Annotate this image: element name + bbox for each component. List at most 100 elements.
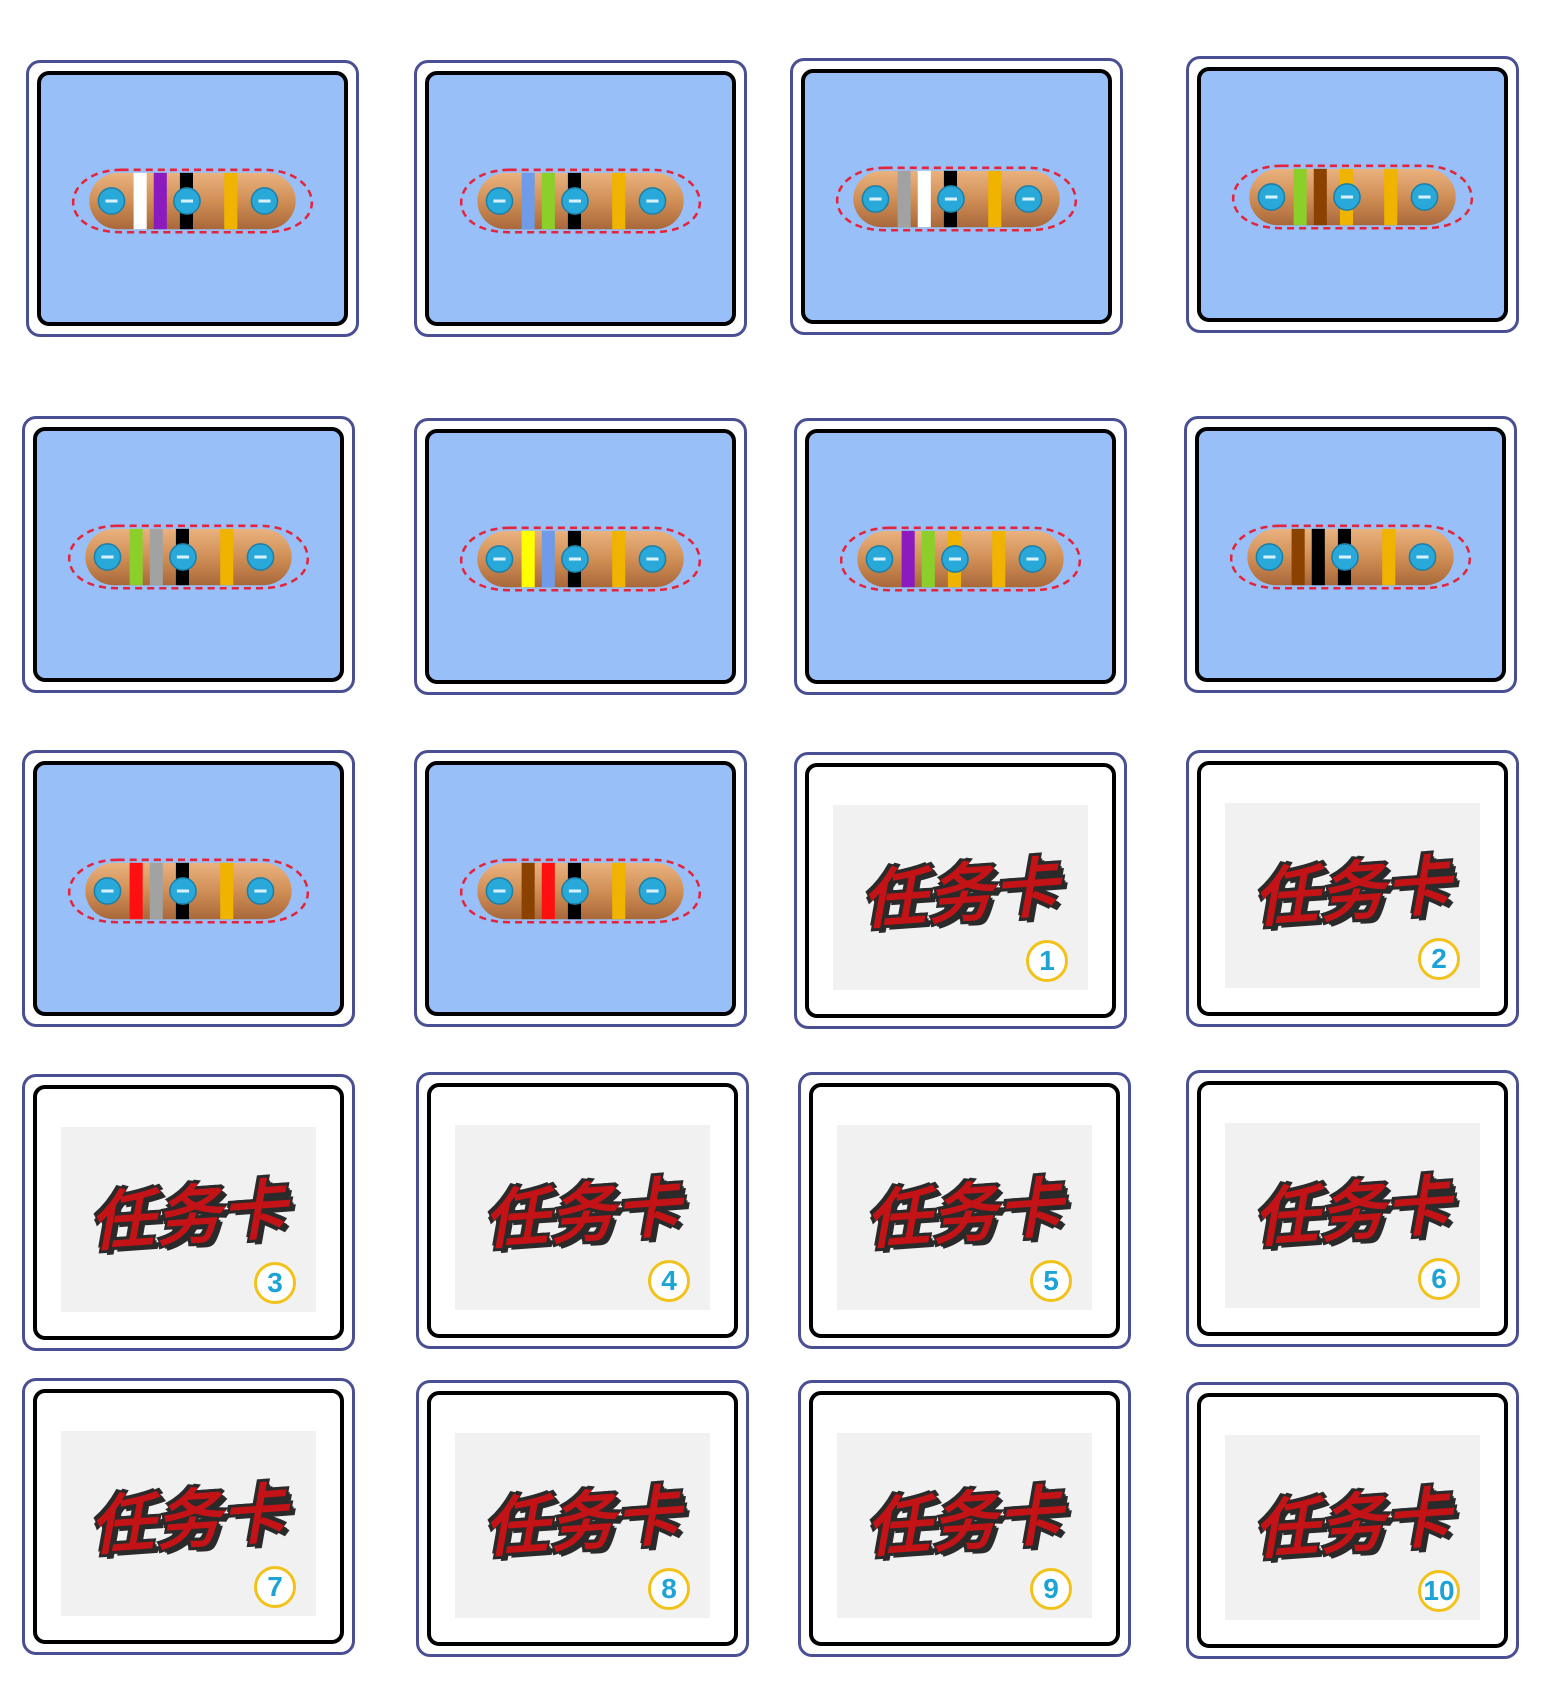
task-card-4[interactable]: 任务卡 4 <box>416 1072 749 1349</box>
resistor-card-5[interactable] <box>22 416 355 693</box>
terminal-minus-icon <box>944 197 958 201</box>
task-card-number: 7 <box>254 1566 296 1608</box>
resistor-band <box>901 530 915 588</box>
task-card-2[interactable]: 任务卡 2 <box>1186 750 1519 1027</box>
task-card-6[interactable]: 任务卡 6 <box>1186 1070 1519 1347</box>
resistor-band <box>521 530 535 588</box>
resistor-band <box>521 862 535 920</box>
terminal-minus-icon <box>1026 557 1039 561</box>
terminal-minus-icon <box>948 557 962 561</box>
resistor-band <box>220 862 234 920</box>
task-card-title: 任务卡 <box>481 1171 685 1259</box>
terminal-minus-icon <box>1263 555 1276 559</box>
terminal-minus-icon <box>646 557 659 561</box>
resistor-band <box>541 172 555 230</box>
task-card-7[interactable]: 任务卡 7 <box>22 1378 355 1655</box>
task-card-1[interactable]: 任务卡 1 <box>794 752 1127 1029</box>
resistor-band <box>149 862 163 920</box>
task-card-title: 任务卡 <box>1251 1481 1455 1569</box>
task-card-number: 8 <box>648 1568 690 1610</box>
resistor-icon <box>67 858 310 924</box>
task-card-panel: 任务卡 8 <box>455 1433 710 1618</box>
terminal-minus-icon <box>1265 195 1278 199</box>
task-card-panel: 任务卡 7 <box>61 1431 316 1616</box>
resistor-band <box>133 172 147 230</box>
task-card-panel: 任务卡 4 <box>455 1125 710 1310</box>
terminal-minus-icon <box>254 889 267 893</box>
task-card-title: 任务卡 <box>1251 849 1455 937</box>
task-card-5[interactable]: 任务卡 5 <box>798 1072 1131 1349</box>
resistor-icon <box>839 526 1082 592</box>
terminal-minus-icon <box>1418 195 1431 199</box>
resistor-band <box>541 862 555 920</box>
resistor-icon <box>67 524 310 590</box>
resistor-band <box>897 170 911 228</box>
task-card-panel: 任务卡 2 <box>1225 803 1480 988</box>
task-card-8[interactable]: 任务卡 8 <box>416 1380 749 1657</box>
resistor-band <box>1311 528 1325 586</box>
task-card-title: 任务卡 <box>863 1479 1067 1567</box>
terminal-minus-icon <box>493 889 506 893</box>
terminal-minus-icon <box>1022 197 1035 201</box>
resistor-icon <box>459 858 702 924</box>
task-card-9[interactable]: 任务卡 9 <box>798 1380 1131 1657</box>
resistor-band <box>129 862 143 920</box>
terminal-minus-icon <box>493 557 506 561</box>
resistor-card-9[interactable] <box>22 750 355 1027</box>
resistor-band <box>992 530 1006 588</box>
resistor-icon <box>835 166 1078 232</box>
task-card-number: 10 <box>1418 1570 1460 1612</box>
task-card-number: 3 <box>254 1262 296 1304</box>
resistor-band <box>220 528 234 586</box>
task-card-panel: 任务卡 3 <box>61 1127 316 1312</box>
terminal-minus-icon <box>105 199 118 203</box>
resistor-icon <box>71 168 314 234</box>
task-card-title: 任务卡 <box>859 851 1063 939</box>
terminal-minus-icon <box>258 199 271 203</box>
terminal-minus-icon <box>568 557 582 561</box>
resistor-band <box>917 170 931 228</box>
terminal-minus-icon <box>176 889 190 893</box>
task-card-title: 任务卡 <box>87 1477 291 1565</box>
task-card-number: 9 <box>1030 1568 1072 1610</box>
resistor-band <box>1382 528 1396 586</box>
task-card-number: 1 <box>1026 940 1068 982</box>
resistor-card-10[interactable] <box>414 750 747 1027</box>
terminal-minus-icon <box>101 555 114 559</box>
resistor-card-4[interactable] <box>1186 56 1519 333</box>
resistor-band <box>129 528 143 586</box>
resistor-band <box>224 172 238 230</box>
resistor-band <box>988 170 1002 228</box>
resistor-band <box>1293 168 1307 226</box>
terminal-minus-icon <box>101 889 114 893</box>
resistor-card-7[interactable] <box>794 418 1127 695</box>
task-card-panel: 任务卡 9 <box>837 1433 1092 1618</box>
task-card-title: 任务卡 <box>87 1173 291 1261</box>
task-card-number: 6 <box>1418 1258 1460 1300</box>
resistor-icon <box>459 168 702 234</box>
terminal-minus-icon <box>1416 555 1429 559</box>
terminal-minus-icon <box>180 199 194 203</box>
resistor-icon <box>1229 524 1472 590</box>
resistor-band <box>612 530 626 588</box>
terminal-minus-icon <box>568 199 582 203</box>
task-card-number: 2 <box>1418 938 1460 980</box>
resistor-band <box>1313 168 1327 226</box>
resistor-band <box>521 172 535 230</box>
resistor-band <box>612 862 626 920</box>
resistor-card-6[interactable] <box>414 418 747 695</box>
resistor-card-1[interactable] <box>26 60 359 337</box>
resistor-band <box>612 172 626 230</box>
resistor-band <box>1291 528 1305 586</box>
task-card-title: 任务卡 <box>481 1479 685 1567</box>
task-card-3[interactable]: 任务卡 3 <box>22 1074 355 1351</box>
task-card-panel: 任务卡 6 <box>1225 1123 1480 1308</box>
resistor-band <box>921 530 935 588</box>
task-card-10[interactable]: 任务卡 10 <box>1186 1382 1519 1659</box>
resistor-card-3[interactable] <box>790 58 1123 335</box>
resistor-card-2[interactable] <box>414 60 747 337</box>
task-card-number: 5 <box>1030 1260 1072 1302</box>
terminal-minus-icon <box>254 555 267 559</box>
resistor-card-8[interactable] <box>1184 416 1517 693</box>
task-card-panel: 任务卡 5 <box>837 1125 1092 1310</box>
